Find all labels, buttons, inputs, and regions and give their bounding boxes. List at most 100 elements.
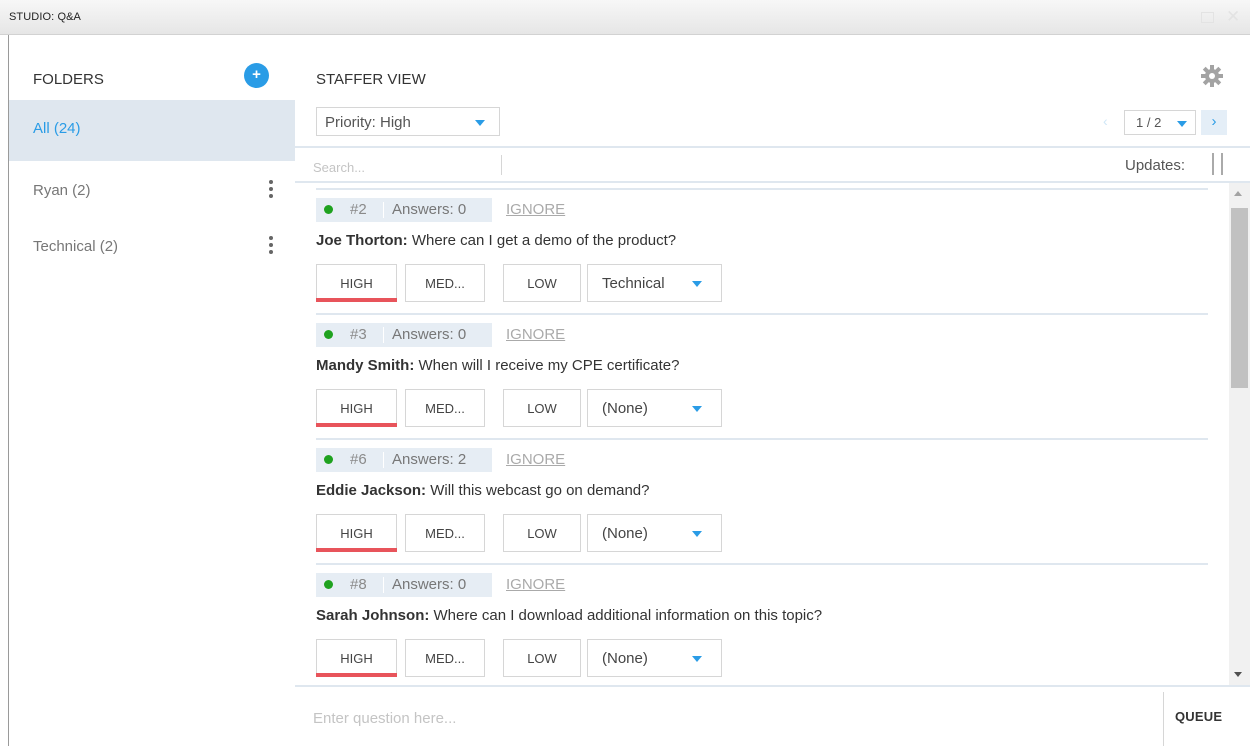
caret-down-icon <box>692 531 702 537</box>
priority-medium-label: MED... <box>425 401 465 416</box>
question-meta: #2 Answers: 0 <box>316 198 492 222</box>
question-number: #6 <box>350 451 367 468</box>
priority-high-button[interactable]: HIGH <box>316 389 397 427</box>
question-author: Mandy Smith: <box>316 357 415 374</box>
question-input[interactable] <box>313 705 1153 731</box>
sidebar-item-label: All (24) <box>33 120 81 137</box>
priority-high-button[interactable]: HIGH <box>316 639 397 677</box>
priority-low-button[interactable]: LOW <box>503 264 581 302</box>
title-bar: STUDIO: Q&A ✕ <box>0 0 1250 35</box>
priority-low-button[interactable]: LOW <box>503 639 581 677</box>
priority-low-button[interactable]: LOW <box>503 514 581 552</box>
question-text: Eddie Jackson: Will this webcast go on d… <box>316 482 650 499</box>
priority-high-button[interactable]: HIGH <box>316 264 397 302</box>
folder-select[interactable]: Technical <box>587 264 722 302</box>
sidebar-item-technical[interactable]: Technical (2) <box>9 218 295 279</box>
folders-heading: FOLDERS <box>33 71 104 88</box>
scroll-up-icon[interactable] <box>1234 191 1242 196</box>
divider <box>383 577 384 593</box>
priority-medium-button[interactable]: MED... <box>405 514 485 552</box>
folder-select[interactable]: (None) <box>587 639 722 677</box>
chevron-left-icon[interactable]: ‹ <box>1103 113 1108 129</box>
priority-medium-label: MED... <box>425 651 465 666</box>
kebab-icon[interactable] <box>265 178 277 202</box>
ignore-link[interactable]: IGNORE <box>506 326 565 343</box>
question-number: #2 <box>350 201 367 218</box>
status-dot-icon <box>324 455 333 464</box>
question-item: #8 Answers: 0 IGNORE Sarah Johnson: Wher… <box>316 563 1208 685</box>
divider <box>1163 692 1164 746</box>
selected-indicator <box>316 298 397 302</box>
priority-low-label: LOW <box>527 276 557 291</box>
divider <box>383 202 384 218</box>
folders-sidebar: FOLDERS + All (24) Ryan (2) Technical (2… <box>9 35 295 746</box>
question-item: #3 Answers: 0 IGNORE Mandy Smith: When w… <box>316 313 1208 438</box>
answers-count: Answers: 2 <box>392 451 467 468</box>
question-body: Where can I download additional informat… <box>429 607 823 624</box>
scroll-down-icon[interactable] <box>1234 672 1242 677</box>
selected-indicator <box>316 548 397 552</box>
kebab-icon[interactable] <box>265 234 277 258</box>
question-meta: #8 Answers: 0 <box>316 573 492 597</box>
page-title: STAFFER VIEW <box>316 71 426 88</box>
next-page-button[interactable]: › <box>1201 110 1227 135</box>
question-text: Sarah Johnson: Where can I download addi… <box>316 607 822 624</box>
question-body: Will this webcast go on demand? <box>426 482 650 499</box>
caret-down-icon <box>692 656 702 662</box>
scrollbar-thumb[interactable] <box>1231 208 1248 388</box>
sidebar-item-ryan[interactable]: Ryan (2) <box>9 162 295 223</box>
divider <box>383 452 384 468</box>
question-body: Where can I get a demo of the product? <box>407 232 677 249</box>
add-icon: + <box>252 66 261 83</box>
priority-low-label: LOW <box>527 401 557 416</box>
close-icon[interactable]: ✕ <box>1226 8 1240 25</box>
priority-low-button[interactable]: LOW <box>503 389 581 427</box>
question-item: #2 Answers: 0 IGNORE Joe Thorton: Where … <box>316 188 1208 313</box>
divider <box>501 155 502 175</box>
question-meta: #6 Answers: 2 <box>316 448 492 472</box>
search-input[interactable] <box>313 156 503 178</box>
scrollbar[interactable] <box>1229 183 1250 685</box>
answers-count: Answers: 0 <box>392 576 467 593</box>
priority-filter-value: Priority: High <box>325 114 411 131</box>
divider <box>383 327 384 343</box>
maximize-icon[interactable] <box>1201 12 1214 23</box>
staffer-view-panel: STAFFER VIEW Priority: High ‹ 1 / 2 › Up… <box>295 35 1250 746</box>
question-number: #3 <box>350 326 367 343</box>
question-text: Mandy Smith: When will I receive my CPE … <box>316 357 679 374</box>
sidebar-item-label: Ryan (2) <box>33 182 91 199</box>
ignore-link[interactable]: IGNORE <box>506 451 565 468</box>
status-dot-icon <box>324 580 333 589</box>
divider <box>295 146 1250 148</box>
priority-high-label: HIGH <box>340 401 373 416</box>
page-value: 1 / 2 <box>1136 115 1162 130</box>
folder-select-value: (None) <box>602 525 648 542</box>
folder-select[interactable]: (None) <box>587 514 722 552</box>
answers-count: Answers: 0 <box>392 201 467 218</box>
folder-select-value: (None) <box>602 400 648 417</box>
caret-down-icon <box>692 406 702 412</box>
ignore-link[interactable]: IGNORE <box>506 576 565 593</box>
folder-select[interactable]: (None) <box>587 389 722 427</box>
gear-icon[interactable] <box>1200 64 1224 88</box>
ignore-link[interactable]: IGNORE <box>506 201 565 218</box>
divider <box>316 438 1208 440</box>
priority-high-label: HIGH <box>340 526 373 541</box>
pause-icon[interactable] <box>1212 153 1224 175</box>
divider <box>316 188 1208 190</box>
priority-high-button[interactable]: HIGH <box>316 514 397 552</box>
priority-medium-button[interactable]: MED... <box>405 389 485 427</box>
page-select[interactable]: 1 / 2 <box>1124 110 1196 135</box>
queue-button[interactable]: QUEUE <box>1175 709 1222 724</box>
folder-select-value: Technical <box>602 275 665 292</box>
answers-count: Answers: 0 <box>392 326 467 343</box>
priority-medium-label: MED... <box>425 526 465 541</box>
question-list: #2 Answers: 0 IGNORE Joe Thorton: Where … <box>295 183 1250 685</box>
priority-filter-select[interactable]: Priority: High <box>316 107 500 136</box>
priority-medium-button[interactable]: MED... <box>405 264 485 302</box>
add-folder-button[interactable]: + <box>244 63 269 88</box>
priority-medium-button[interactable]: MED... <box>405 639 485 677</box>
sidebar-item-label: Technical (2) <box>33 238 119 255</box>
caret-down-icon <box>692 281 702 287</box>
sidebar-item-all[interactable]: All (24) <box>9 100 295 161</box>
